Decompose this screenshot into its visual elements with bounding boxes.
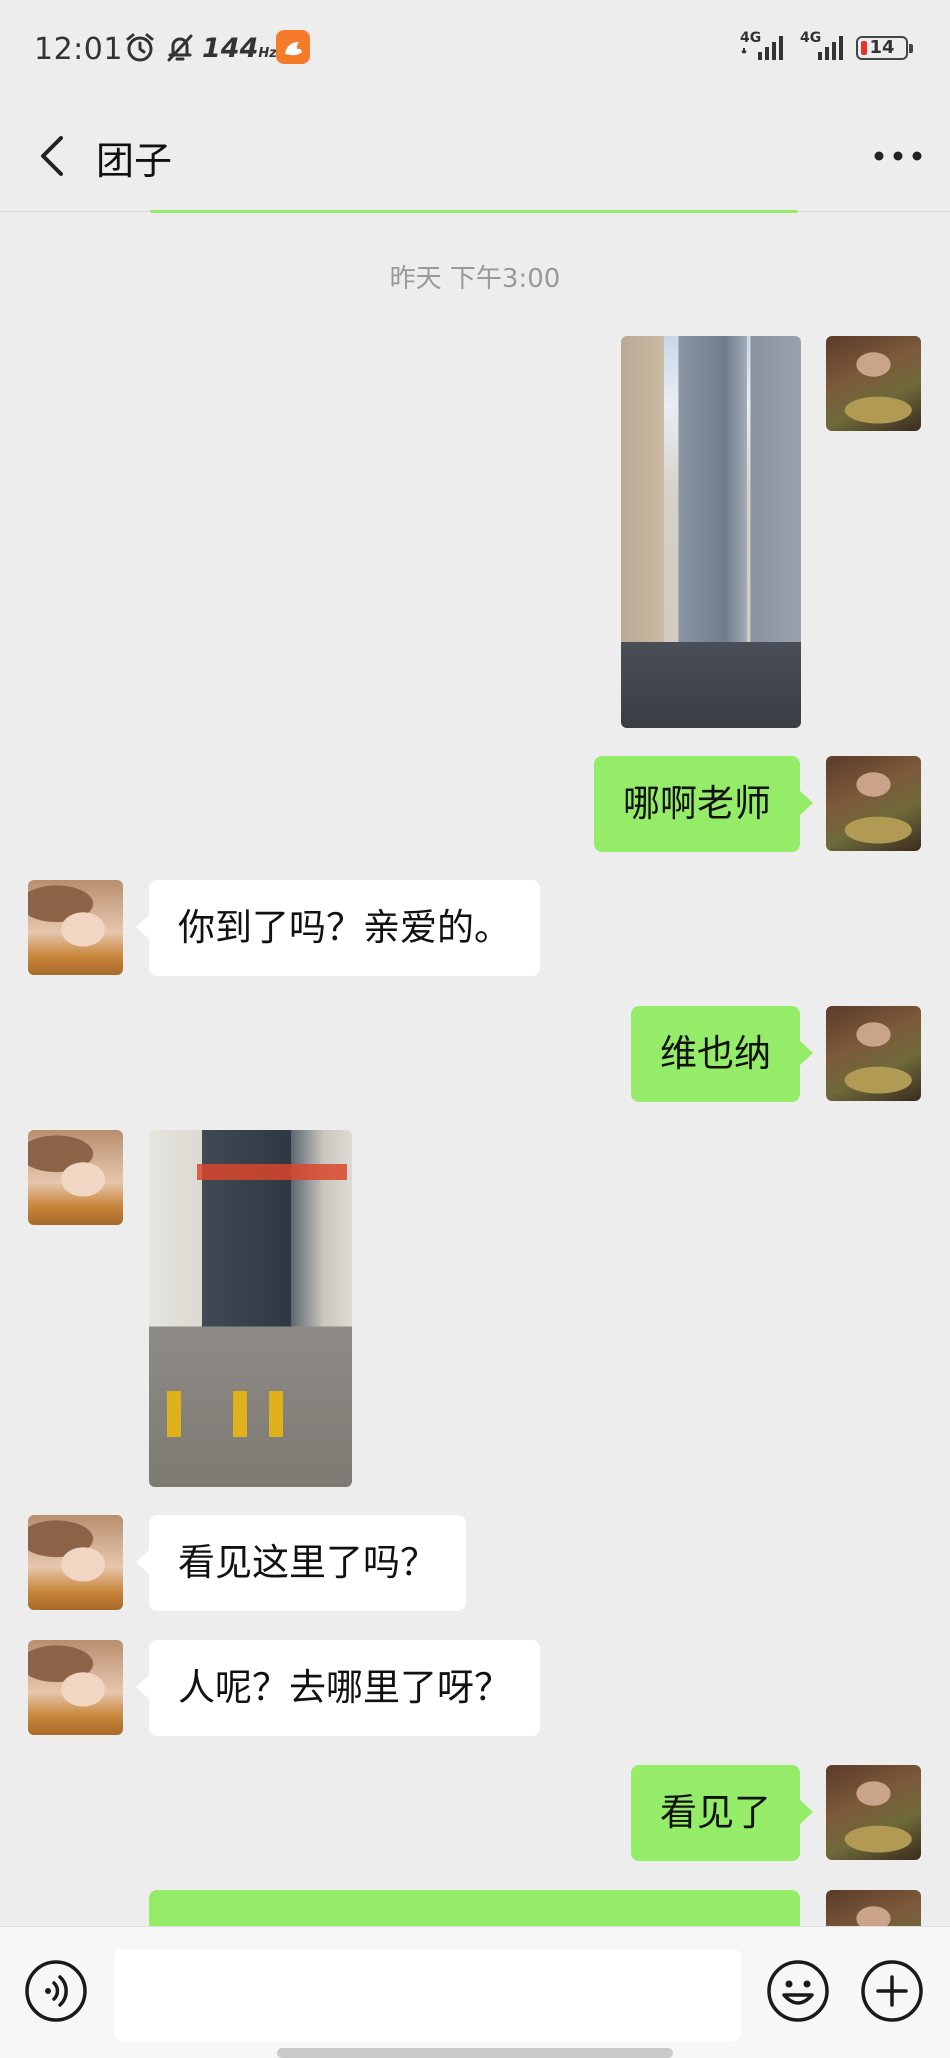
input-bar: [0, 1926, 950, 2058]
message-bubble-other[interactable]: 看见这里了吗？: [136, 1515, 466, 1611]
plus-button[interactable]: [860, 1959, 924, 2023]
message-bubble-self[interactable]: 维也纳: [631, 1006, 813, 1102]
signal-icon: 4G: [738, 30, 790, 68]
battery-level: 14: [869, 37, 895, 58]
message-timestamp: 昨天 下午3:00: [389, 264, 561, 294]
status-time: 12:01: [34, 32, 123, 67]
signal-icon: 4G: [798, 30, 850, 68]
uc-browser-icon: [276, 30, 310, 64]
self-avatar[interactable]: [826, 336, 921, 431]
plus-icon: [861, 1960, 923, 2022]
message-bubble-self[interactable]: 哪啊老师: [594, 756, 813, 852]
contact-avatar[interactable]: [28, 1515, 123, 1610]
more-dots-icon: [874, 151, 922, 161]
contact-avatar[interactable]: [28, 1640, 123, 1735]
chat-header: 团子: [0, 100, 950, 212]
contact-avatar[interactable]: [28, 880, 123, 975]
chevron-left-icon: [41, 136, 63, 176]
previous-message-edge: [150, 210, 798, 213]
self-avatar[interactable]: [826, 1765, 921, 1860]
emoji-icon: [767, 1960, 829, 2022]
chat-title: 团子: [96, 139, 173, 183]
home-indicator[interactable]: [277, 2048, 673, 2058]
battery-icon: 14: [856, 36, 913, 60]
status-bar: 12:01 144Hz 4G 4G 14: [0, 0, 950, 100]
message-input[interactable]: [114, 1949, 741, 2041]
emoji-button[interactable]: [766, 1959, 830, 2023]
self-avatar[interactable]: [826, 1006, 921, 1101]
mute-icon: [164, 32, 196, 68]
alarm-icon: [124, 32, 156, 68]
message-bubble-other[interactable]: 你到了吗？亲爱的。: [136, 880, 540, 976]
voice-button[interactable]: [24, 1959, 88, 2023]
self-avatar[interactable]: [826, 756, 921, 851]
more-button[interactable]: [868, 130, 928, 182]
message-bubble-self[interactable]: 看见了: [631, 1765, 813, 1861]
back-button[interactable]: [22, 126, 82, 186]
message-bubble-other[interactable]: 人呢？去哪里了呀？: [136, 1640, 540, 1736]
contact-avatar[interactable]: [28, 1130, 123, 1225]
voice-icon: [25, 1960, 87, 2022]
image-message-entrance[interactable]: [149, 1130, 352, 1487]
refresh-rate: 144Hz: [202, 33, 277, 64]
image-message-buildings[interactable]: [621, 336, 801, 728]
